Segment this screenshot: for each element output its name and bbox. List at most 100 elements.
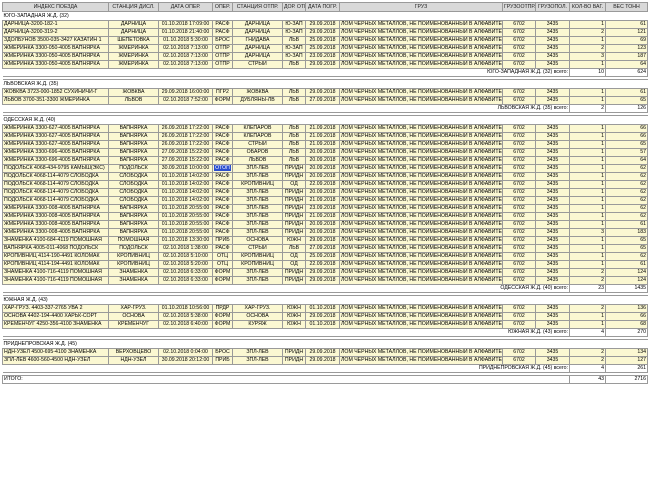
dep-station-cell: ДАРНИЦА (232, 44, 283, 53)
table-row[interactable]: ЖМЕРИНКА 3300-696-4005 ВАПНЯРКА ВАПНЯРКА 2… (2, 148, 648, 157)
station-cell: ЗНАМЕНКА (108, 276, 159, 285)
dep-station-cell: ЖОВКВА (232, 88, 283, 97)
wagons-cell: 2 (569, 348, 606, 357)
table-row[interactable]: ДАРНИЦА-3200-319-2 ДАРНИЦА 01.10.2018 21:4… (2, 28, 648, 37)
table-row[interactable]: ЖМЕРИНКА 3300-008-4005 ВАПНЯРКА ВАПНЯРКА 0… (2, 204, 648, 213)
table-row[interactable]: ПОДОЛЬСК 4068-114-4079 СЛОБОДКА СЛОБОДКА 0… (2, 180, 648, 189)
load-date-cell: 29.09.2018 (305, 20, 340, 29)
table-row[interactable]: ЖМЕРИНКА 3300-008-4005 ВАПНЯРКА ВАПНЯРКА 0… (2, 220, 648, 229)
dep-station-cell: ХАР-ГРУЗ. (232, 304, 283, 313)
table-row[interactable]: ЖОВКВА 3723-000-1852 СУХИНИЧИ-Г ЖОВКВА 29.… (2, 88, 648, 97)
col-header[interactable]: СТАНЦИЯ ОТПР. (232, 2, 283, 12)
train-index-cell: ЖМЕРИНКА 3300-050-4005 ВАПНЯРКА (2, 60, 109, 69)
shipper-cell: 6702 (502, 96, 536, 105)
table-row[interactable]: ХАР-ГРУЗ. 4403-337-2765 УВА 2 ХАР-ГРУЗ. 01… (2, 304, 648, 313)
station-cell: ШЕПЕТОВКА (108, 36, 159, 45)
col-header[interactable]: ГРУЗОПОЛ. (535, 2, 570, 12)
table-row[interactable]: ЗПЛ-ЛЕВ 4600-560-4500 НДН-УЗЕЛ НДН-УЗЕЛ 30… (2, 356, 648, 365)
op-date-cell: 02.10.2018 6:33:00 (158, 276, 213, 285)
load-date-cell: 25.09.2018 (305, 36, 340, 45)
weight-cell: 183 (605, 228, 648, 237)
consignee-cell: 3435 (535, 220, 570, 229)
col-header[interactable]: ДАТА ОПЕР. (158, 2, 213, 12)
consignee-cell: 3435 (535, 88, 570, 97)
station-cell: ВАПНЯРКА (108, 220, 159, 229)
dep-road-cell: ЮЖН (282, 304, 306, 313)
table-row[interactable]: ОСНОВА 4402-194-4400 ХАРЬК-СОРТ ОСНОВА 02.… (2, 312, 648, 321)
col-header[interactable]: ИНДЕКС ПОЕЗДА (2, 2, 109, 12)
shipper-cell: 6702 (502, 268, 536, 277)
station-cell: ЖОВКВА (108, 88, 159, 97)
col-header[interactable]: ВЕС ТОНН (605, 2, 648, 12)
col-header[interactable]: ОПЕР. (212, 2, 233, 12)
wagons-cell: 1 (569, 196, 606, 205)
train-index-cell: ЛЬВОВ 3700-351-3300 ЖМЕРИНКА (2, 96, 109, 105)
shipper-cell: 6702 (502, 164, 536, 173)
table-row[interactable]: ЖМЕРИНКА 3300-627-4005 ВАПНЯРКА ВАПНЯРКА 2… (2, 132, 648, 141)
table-body: ЮГО-ЗАПАДНАЯ Ж.Д. (32) ДАРНИЦА-3200-182-1… (2, 11, 648, 384)
col-header[interactable]: ДОР. ОТПР. (282, 2, 306, 12)
table-row[interactable]: ПОДОЛЬСК 4068-114-4079 СЛОБОДКА СЛОБОДКА 0… (2, 172, 648, 181)
shipper-cell: 6702 (502, 320, 536, 329)
col-header[interactable]: ГРУЗ (339, 2, 503, 12)
table-row[interactable]: ПОДОЛЬСК 4068-434-9795 КАМЫШ(ЭКС) ПОДОЛЬС… (2, 164, 648, 173)
section-total-wagons: 2 (569, 104, 606, 113)
table-row[interactable]: КРЕМЕНЧУГ 4250-356-4100 ЗНАМЕНКА КРЕМЕНЧУ… (2, 320, 648, 329)
table-row[interactable]: ЖМЕРИНКА 3300-050-4005 ВАПНЯРКА ЖМЕРИНКА 0… (2, 60, 648, 69)
shipper-cell: 6702 (502, 180, 536, 189)
wagons-cell: 3 (569, 52, 606, 61)
dep-station-cell: ОБАРОВ (232, 148, 283, 157)
load-date-cell: 29.09.2018 (305, 88, 340, 97)
weight-cell: 61 (605, 260, 648, 269)
table-row[interactable]: ЖМЕРИНКА 3300-050-4005 ВАПНЯРКА ЖМЕРИНКА 0… (2, 44, 648, 53)
col-header[interactable]: КОЛ-ВО ВАГ. (569, 2, 606, 12)
table-row[interactable]: ЖМЕРИНКА 3300-008-4005 ВАПНЯРКА ВАПНЯРКА 0… (2, 228, 648, 237)
table-row[interactable]: ЛЬВОВ 3700-351-3300 ЖМЕРИНКА ЛЬВОВ 02.10.2… (2, 96, 648, 105)
wagons-cell: 1 (569, 188, 606, 197)
dep-road-cell: ОД (282, 252, 306, 261)
train-index-cell: ЖМЕРИНКА 3300-627-4005 ВАПНЯРКА (2, 140, 109, 149)
wagons-cell: 2 (569, 276, 606, 285)
table-row[interactable]: ЗНАМЕНКА 4100-684-4119 ПОМОШНАЯ ПОМОШНАЯ 0… (2, 236, 648, 245)
table-row[interactable]: ЖМЕРИНКА 3300-627-4005 ВАПНЯРКА ВАПНЯРКА 2… (2, 140, 648, 149)
table-row[interactable]: КРОПИВНИЦ 4114-194-4491 КОЛОМАК КРОПИВНИЦ… (2, 260, 648, 269)
cargo-cell: ЛОМ ЧЕРНЫХ МЕТАЛЛОВ, НЕ ПОИМЕНОВАННЫЙ В … (339, 132, 503, 141)
load-date-cell: 20.09.2018 (305, 156, 340, 165)
dep-road-cell: ОД (282, 180, 306, 189)
table-row[interactable]: ЖМЕРИНКА 3300-696-4005 ВАПНЯРКА ВАПНЯРКА 2… (2, 156, 648, 165)
consignee-cell: 3435 (535, 228, 570, 237)
table-row[interactable]: ЖМЕРИНКА 3300-627-4005 ВАПНЯРКА ВАПНЯРКА 2… (2, 124, 648, 133)
load-date-cell: 25.09.2018 (305, 252, 340, 261)
wagons-cell: 1 (569, 212, 606, 221)
load-date-cell: 22.09.2018 (305, 260, 340, 269)
station-cell: ДАРНИЦА (108, 20, 159, 29)
train-index-cell: ЖМЕРИНКА 3300-008-4005 ВАПНЯРКА (2, 220, 109, 229)
station-cell: ВАПНЯРКА (108, 140, 159, 149)
table-row[interactable]: ЖМЕРИНКА 3300-008-4005 ВАПНЯРКА ВАПНЯРКА 0… (2, 212, 648, 221)
load-date-cell: 21.09.2018 (305, 140, 340, 149)
shipper-cell: 6702 (502, 196, 536, 205)
section-header-row: ОДЕССКАЯ Ж.Д. (40) (2, 115, 648, 125)
table-row[interactable]: ВАПНЯРКА 4005-011-4068 ПОДОЛЬСК ПОДОЛЬСК 0… (2, 244, 648, 253)
table-row[interactable]: ЖМЕРИНКА 3300-050-4005 ВАПНЯРКА ЖМЕРИНКА 0… (2, 52, 648, 61)
train-index-cell: ЗНАМЕНКА 4100-716-4119 ПОМОШНАЯ (2, 268, 109, 277)
table-row[interactable]: КРОПИВНИЦ 4114-190-4491 КОЛОМАК КРОПИВНИЦ… (2, 252, 648, 261)
table-row[interactable]: НДН-УЗЕЛ 4500-695-4100 ЗНАМЕНКА ВЕРХОВЦЕВ… (2, 348, 648, 357)
table-row[interactable]: ЗДОЛБУНОВ 3500-035-3427 КАЗАТИН 1 ШЕПЕТОВ… (2, 36, 648, 45)
table-row[interactable]: ЗНАМЕНКА 4100-716-4119 ПОМОШНАЯ ЗНАМЕНКА 0… (2, 276, 648, 285)
shipper-cell: 6702 (502, 188, 536, 197)
table-row[interactable]: ДАРНИЦА-3200-182-1 ДАРНИЦА 01.10.2018 17:0… (2, 20, 648, 29)
shipper-cell: 6702 (502, 260, 536, 269)
station-cell: ВЕРХОВЦЕВО (108, 348, 159, 357)
col-header[interactable]: ДАТА ПОГР. (305, 2, 340, 12)
table-row[interactable]: ЗНАМЕНКА 4100-716-4119 ПОМОШНАЯ ЗНАМЕНКА 0… (2, 268, 648, 277)
col-header[interactable]: ГРУЗООТПР. (502, 2, 536, 12)
table-row[interactable]: ПОДОЛЬСК 4068-114-4079 СЛОБОДКА СЛОБОДКА 0… (2, 188, 648, 197)
col-header[interactable]: СТАНЦИЯ ДИСЛ. (108, 2, 159, 12)
section-total-row: ЛЬВОВСКАЯ Ж.Д. (35) всего: 2 126 (2, 104, 648, 113)
operation-cell: РАСФ (212, 180, 233, 189)
selected-operation[interactable]: ОТОП (214, 165, 231, 171)
table-row[interactable]: ПОДОЛЬСК 4068-114-4079 СЛОБОДКА СЛОБОДКА 0… (2, 196, 648, 205)
station-cell: ДАРНИЦА (108, 28, 159, 37)
section-total-label: ЮГО-ЗАПАДНАЯ Ж.Д. (32) всего: (2, 68, 570, 77)
